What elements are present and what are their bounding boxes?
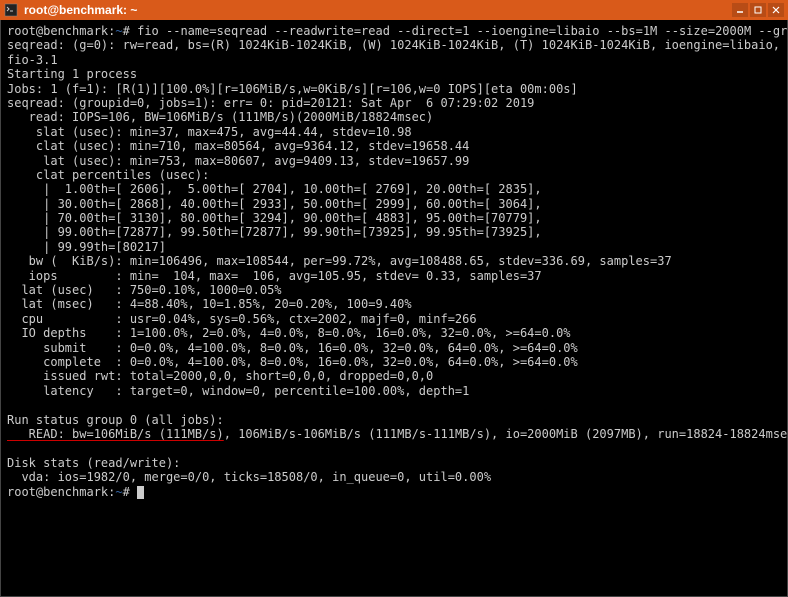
output-line: bw ( KiB/s): min=106496, max=108544, per…: [7, 254, 672, 268]
output-line: lat (msec) : 4=88.40%, 10=1.85%, 20=0.20…: [7, 297, 412, 311]
output-line: slat (usec): min=37, max=475, avg=44.44,…: [7, 125, 412, 139]
output-line: issued rwt: total=2000,0,0, short=0,0,0,…: [7, 369, 433, 383]
output-line: | 70.00th=[ 3130], 80.00th=[ 3294], 90.0…: [7, 211, 542, 225]
output-line: fio-3.1: [7, 53, 58, 67]
titlebar: root@benchmark: ~: [0, 0, 788, 20]
output-line: Run status group 0 (all jobs):: [7, 413, 224, 427]
minimize-button[interactable]: [732, 3, 748, 17]
output-line: Jobs: 1 (f=1): [R(1)][100.0%][r=106MiB/s…: [7, 82, 578, 96]
prompt-path: ~: [115, 485, 122, 499]
prompt: root@benchmark:~#: [7, 24, 130, 38]
output-line: , 106MiB/s-106MiB/s (111MB/s-111MB/s), i…: [224, 427, 788, 441]
output-line: Disk stats (read/write):: [7, 456, 180, 470]
output-line: latency : target=0, window=0, percentile…: [7, 384, 469, 398]
window-title: root@benchmark: ~: [24, 3, 732, 17]
output-line: lat (usec): min=753, max=80607, avg=9409…: [7, 154, 469, 168]
output-line: complete : 0=0.0%, 4=100.0%, 8=0.0%, 16=…: [7, 355, 578, 369]
output-line: | 99.00th=[72877], 99.50th=[72877], 99.9…: [7, 225, 542, 239]
output-line: seqread: (groupid=0, jobs=1): err= 0: pi…: [7, 96, 534, 110]
output-line: | 99.99th=[80217]: [7, 240, 166, 254]
output-line: | 1.00th=[ 2606], 5.00th=[ 2704], 10.00t…: [7, 182, 542, 196]
output-line: seqread: (g=0): rw=read, bs=(R) 1024KiB-…: [7, 38, 788, 52]
output-line: submit : 0=0.0%, 4=100.0%, 8=0.0%, 16=0.…: [7, 341, 578, 355]
output-line: vda: ios=1982/0, merge=0/0, ticks=18508/…: [7, 470, 491, 484]
prompt-user-host: root@benchmark: [7, 24, 108, 38]
output-line: clat percentiles (usec):: [7, 168, 209, 182]
maximize-button[interactable]: [750, 3, 766, 17]
prompt: root@benchmark:~#: [7, 485, 130, 499]
output-line: lat (usec) : 750=0.10%, 1000=0.05%: [7, 283, 282, 297]
prompt-user-host: root@benchmark: [7, 485, 108, 499]
output-line: IO depths : 1=100.0%, 2=0.0%, 4=0.0%, 8=…: [7, 326, 571, 340]
command-text: fio --name=seqread --readwrite=read --di…: [137, 24, 788, 38]
terminal-icon: [4, 3, 18, 17]
terminal-body[interactable]: root@benchmark:~# fio --name=seqread --r…: [0, 20, 788, 597]
output-line: read: IOPS=106, BW=106MiB/s (111MB/s)(20…: [7, 110, 433, 124]
highlighted-read-stat: READ: bw=106MiB/s (111MB/s): [7, 427, 224, 441]
output-line: Starting 1 process: [7, 67, 137, 81]
close-button[interactable]: [768, 3, 784, 17]
window-controls: [732, 3, 784, 17]
output-line: cpu : usr=0.04%, sys=0.56%, ctx=2002, ma…: [7, 312, 477, 326]
output-line: | 30.00th=[ 2868], 40.00th=[ 2933], 50.0…: [7, 197, 542, 211]
output-line: iops : min= 104, max= 106, avg=105.95, s…: [7, 269, 542, 283]
output-line: clat (usec): min=710, max=80564, avg=936…: [7, 139, 469, 153]
cursor: [137, 486, 144, 499]
prompt-path: ~: [115, 24, 122, 38]
